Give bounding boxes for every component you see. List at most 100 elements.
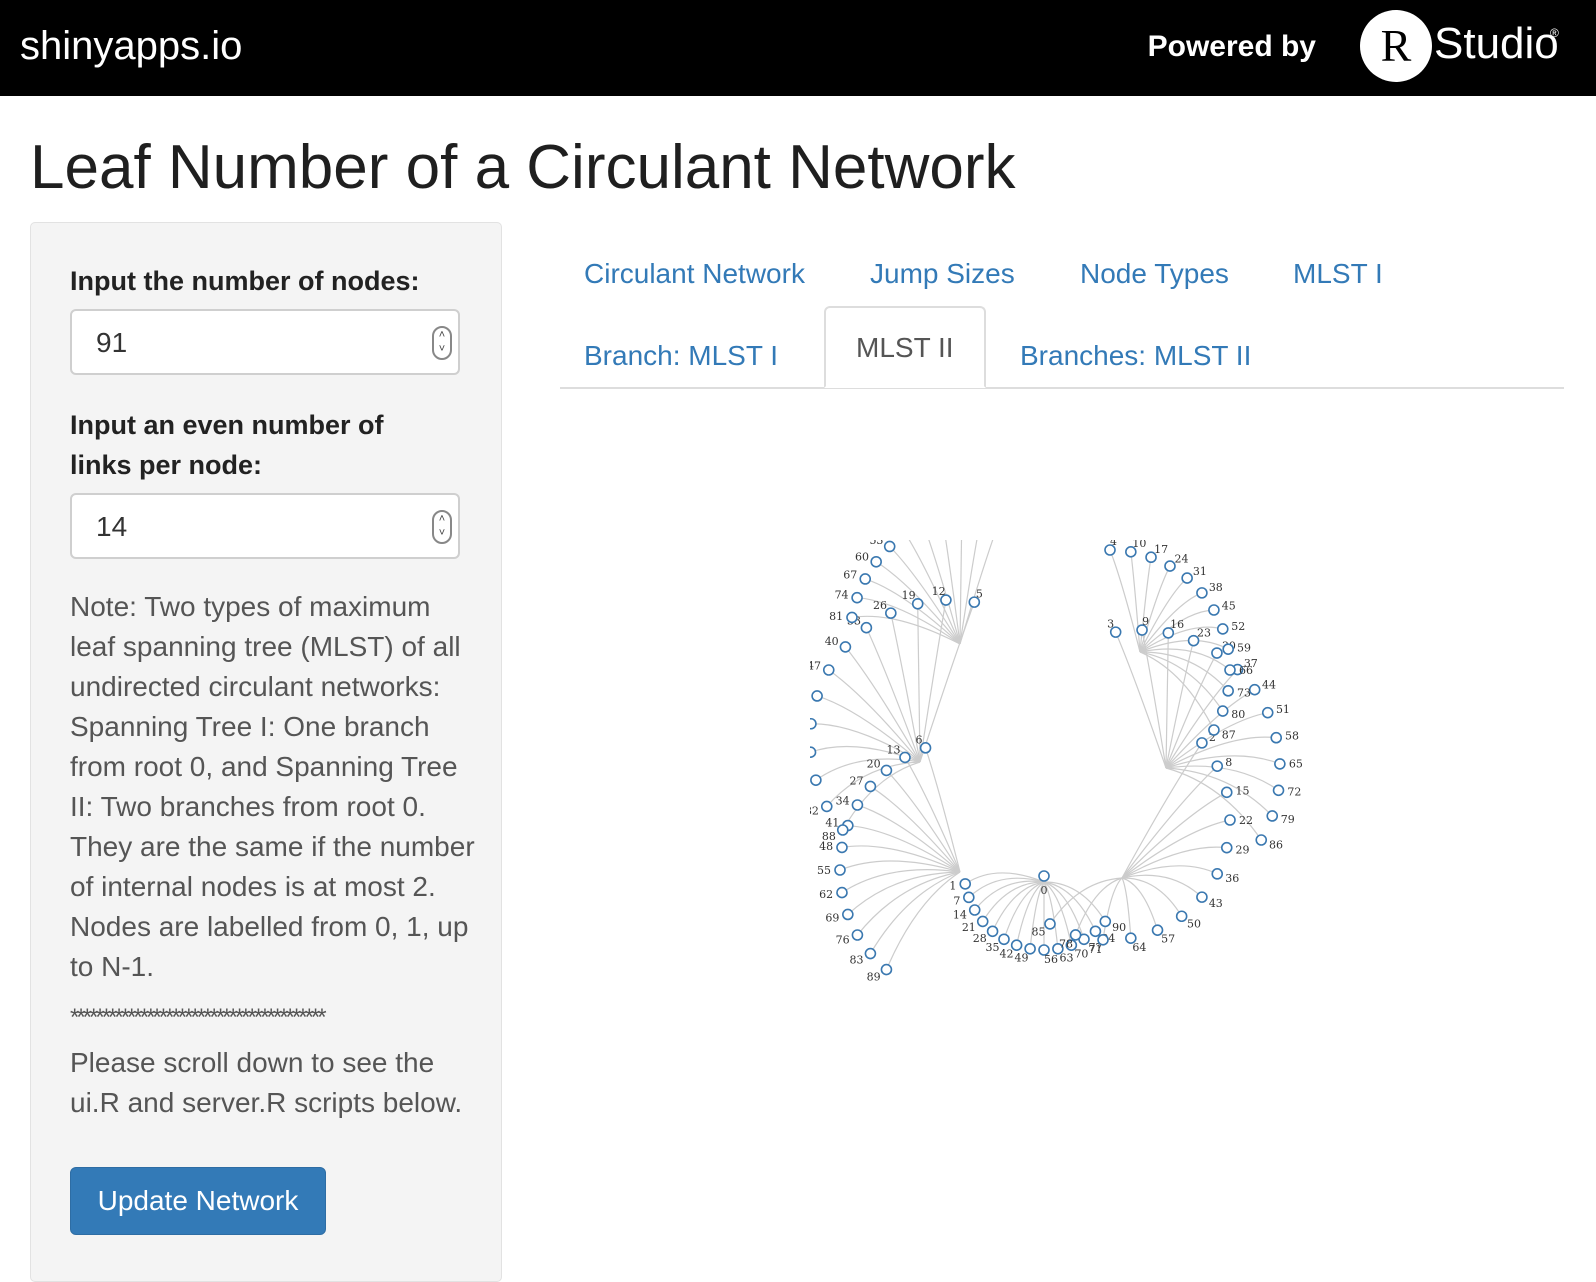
network-node[interactable] (820, 800, 833, 813)
network-node[interactable] (976, 915, 989, 928)
network-node[interactable] (885, 607, 897, 619)
network-node-label: 23 (1197, 626, 1211, 639)
network-node[interactable] (968, 904, 981, 916)
network-node[interactable] (1211, 868, 1224, 880)
network-node-label: 89 (867, 970, 881, 983)
network-node[interactable] (851, 591, 863, 604)
network-node[interactable] (1270, 731, 1283, 744)
network-node[interactable] (1266, 810, 1279, 822)
links-input[interactable]: 14 ˄ ˅ (70, 493, 460, 559)
network-node-label: 51 (1276, 703, 1290, 716)
links-label-line2: links per node: (70, 450, 263, 480)
network-node[interactable] (864, 947, 877, 960)
network-node[interactable] (959, 878, 972, 890)
network-node[interactable] (851, 799, 864, 811)
network-node[interactable] (836, 841, 848, 854)
network-node[interactable] (822, 664, 835, 676)
network-node[interactable] (870, 555, 882, 568)
network-node[interactable] (1216, 623, 1229, 635)
network-node[interactable] (810, 746, 817, 759)
network-node[interactable] (839, 641, 852, 653)
network-node[interactable] (836, 824, 849, 836)
network-node-label: 66 (1239, 664, 1253, 677)
tab-mlst-i[interactable]: MLST I (1261, 232, 1415, 314)
network-node[interactable] (834, 864, 846, 876)
tab-circulant-network[interactable]: Circulant Network (552, 232, 837, 314)
network-node[interactable] (1224, 814, 1236, 826)
network-node[interactable] (963, 891, 975, 904)
network-node-label: 62 (819, 888, 833, 901)
nodes-input-value[interactable]: 91 (96, 324, 127, 362)
network-node[interactable] (1196, 587, 1208, 599)
network-node-label: 76 (836, 934, 850, 947)
network-link (1165, 652, 1218, 769)
network-link (1121, 765, 1218, 879)
mlst-ii-network: 1714212835424956637077849028152229364350… (810, 540, 1303, 983)
nodes-spinner-icon[interactable]: ˄ ˅ (432, 326, 452, 360)
network-node[interactable] (998, 933, 1010, 946)
network-node[interactable] (1274, 758, 1286, 770)
network-node[interactable] (1261, 706, 1274, 719)
network-node[interactable] (842, 908, 854, 921)
network-node[interactable] (1220, 786, 1233, 799)
network-node[interactable] (1255, 834, 1268, 846)
network-node[interactable] (1089, 925, 1102, 938)
network-node[interactable] (810, 774, 822, 786)
top-bar: shinyapps.io Powered by R Studio ® (0, 0, 1596, 96)
network-node[interactable] (1222, 643, 1234, 655)
network-node[interactable] (1196, 737, 1208, 749)
network-node[interactable] (1044, 918, 1056, 930)
network-node-label: 42 (1000, 948, 1014, 961)
tab-mlst-ii[interactable]: MLST II (824, 306, 986, 388)
network-node[interactable] (883, 540, 896, 553)
network-node[interactable] (811, 690, 823, 702)
network-node[interactable] (1216, 705, 1229, 717)
update-network-button[interactable]: Update Network (70, 1167, 326, 1235)
tab-branches-mlst-ii[interactable]: Branches: MLST II (988, 314, 1283, 396)
network-link (1121, 742, 1203, 879)
network-node[interactable] (1211, 760, 1224, 772)
root-node[interactable] (1038, 870, 1050, 882)
network-node[interactable] (880, 764, 893, 777)
network-node-label: 36 (1225, 872, 1239, 885)
network-node[interactable] (860, 621, 873, 634)
network-node-label: 44 (1262, 679, 1276, 692)
network-node[interactable] (986, 925, 999, 938)
network-node[interactable] (836, 886, 848, 899)
network-node[interactable] (1196, 891, 1208, 903)
nodes-input[interactable]: 91 ˄ ˅ (70, 309, 460, 375)
network-node[interactable] (1208, 724, 1220, 736)
network-node[interactable] (1224, 664, 1236, 676)
network-link (869, 871, 961, 954)
links-input-value[interactable]: 14 (96, 508, 127, 546)
network-node[interactable] (851, 929, 864, 941)
network-node[interactable] (846, 611, 858, 624)
network-link (1130, 551, 1141, 653)
brand-logo[interactable]: shinyapps.io (20, 20, 242, 72)
network-node[interactable] (1222, 685, 1234, 697)
links-spinner-icon[interactable]: ˄ ˅ (432, 510, 452, 544)
network-node[interactable] (1248, 683, 1261, 696)
network-node[interactable] (1208, 604, 1220, 616)
network-node[interactable] (1211, 647, 1223, 659)
network-node[interactable] (1181, 572, 1193, 584)
network-node-label: 47 (810, 660, 821, 673)
tab-jump-sizes[interactable]: Jump Sizes (838, 232, 1047, 314)
rstudio-wordmark[interactable]: Studio (1434, 14, 1559, 74)
network-node[interactable] (1220, 841, 1233, 854)
network-node[interactable] (880, 963, 893, 976)
network-node[interactable] (1164, 560, 1176, 572)
network-node[interactable] (1272, 784, 1285, 797)
network-node[interactable] (810, 717, 817, 730)
network-node[interactable] (864, 780, 877, 793)
network-node[interactable] (859, 573, 872, 585)
network-node[interactable] (1099, 915, 1112, 928)
tab-node-types[interactable]: Node Types (1048, 232, 1261, 314)
network-node[interactable] (1175, 910, 1188, 923)
tab-branch-mlst-i[interactable]: Branch: MLST I (552, 314, 810, 396)
network-node-label: 24 (1175, 552, 1189, 565)
network-node-label: 74 (835, 589, 849, 602)
network-node[interactable] (899, 751, 911, 764)
rstudio-logo-icon[interactable]: R (1360, 10, 1432, 82)
root-node-label: 0 (1041, 884, 1048, 897)
